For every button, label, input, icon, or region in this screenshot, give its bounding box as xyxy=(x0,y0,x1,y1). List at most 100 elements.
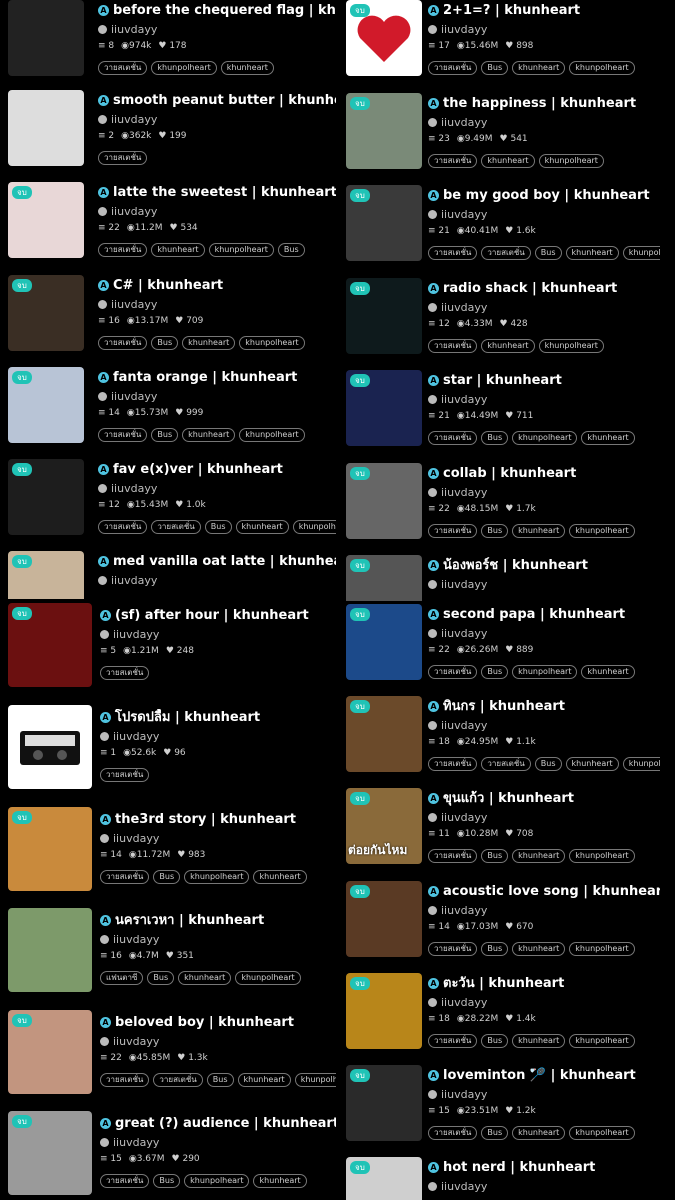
story-title[interactable]: A ขุนแก้ว | khunheart xyxy=(428,790,660,807)
author-name[interactable]: iiuvdayy xyxy=(111,23,157,36)
story-title-text[interactable]: latte the sweetest | khunheart xyxy=(113,184,336,201)
author-name[interactable]: iiuvdayy xyxy=(441,23,487,36)
author-row[interactable]: iiuvdayy xyxy=(98,205,336,218)
author-name[interactable]: iiuvdayy xyxy=(113,1136,159,1149)
author-name[interactable]: iiuvdayy xyxy=(111,574,157,587)
story-card[interactable]: Abefore the chequered flag | khunheart ii… xyxy=(8,0,338,78)
tag-chip[interactable]: Bus xyxy=(153,870,181,884)
author-row[interactable]: iiuvdayy xyxy=(428,301,660,314)
tag-chip[interactable]: khunpolheart xyxy=(538,339,604,353)
tag-chip[interactable]: วายสเตชั่น xyxy=(428,431,478,445)
author-row[interactable]: iiuvdayy xyxy=(100,1035,336,1048)
author-name[interactable]: iiuvdayy xyxy=(111,482,157,495)
tag-chip[interactable]: khunheart xyxy=(512,524,566,538)
tag-chip[interactable]: khunpolheart xyxy=(569,942,635,956)
tag-chip[interactable]: khunheart xyxy=(237,1073,291,1087)
tag-chip[interactable]: วายสเตชั่น xyxy=(153,1073,203,1087)
story-cover-image[interactable]: ต่อยกันไหม จบ xyxy=(346,788,422,864)
tag-chip[interactable]: วายสเตชั่น xyxy=(481,246,531,260)
story-card[interactable]: จบ Amed vanilla oat latte | khunheart iiuv… xyxy=(8,551,338,599)
story-cover-image[interactable] xyxy=(8,705,92,789)
story-title[interactable]: A (sf) after hour | khunheart xyxy=(100,607,336,624)
tag-chip[interactable]: khunheart xyxy=(182,428,236,442)
story-cover-image[interactable]: จบ xyxy=(8,459,84,535)
tag-chip[interactable]: Bus xyxy=(534,246,562,260)
story-title-text[interactable]: beloved boy | khunheart xyxy=(115,1014,294,1031)
tag-chip[interactable]: Bus xyxy=(481,61,509,75)
story-title[interactable]: Afav e(x)ver | khunheart xyxy=(98,461,336,478)
story-title-text[interactable]: great (?) audience | khunheart xyxy=(115,1115,336,1132)
story-title-text[interactable]: hot nerd | khunheart xyxy=(443,1159,595,1176)
story-cover-image[interactable]: จบ xyxy=(346,555,422,601)
story-cover-image[interactable] xyxy=(8,908,92,992)
tag-chip[interactable]: khunheart xyxy=(481,154,535,168)
author-name[interactable]: iiuvdayy xyxy=(111,298,157,311)
story-card[interactable]: จบ A 2+1=? | khunheart iiuvdayy ≡ 17 ◉15.46M ♥… xyxy=(346,0,668,78)
story-title-text[interactable]: be my good boy | khunheart xyxy=(443,187,650,204)
tag-chip[interactable]: วายสเตชั่น xyxy=(100,1174,150,1188)
author-name[interactable]: iiuvdayy xyxy=(441,1180,487,1193)
tag-chip[interactable]: วายสเตชั่น xyxy=(428,665,478,679)
story-title-text[interactable]: ขุนแก้ว | khunheart xyxy=(443,790,574,807)
story-cover-image[interactable]: จบ xyxy=(346,463,422,539)
story-card[interactable]: จบ Afav e(x)ver | khunheart iiuvdayy ≡ 12 ◉1… xyxy=(8,459,338,537)
story-card[interactable]: จบ Abe my good boy | khunheart iiuvdayy ≡ 2… xyxy=(346,185,668,263)
tag-chip[interactable]: khunpolheart xyxy=(569,849,635,863)
story-title-text[interactable]: โปรดปลื้ม | khunheart xyxy=(115,709,260,726)
author-row[interactable]: iiuvdayy xyxy=(100,832,336,845)
story-card[interactable]: จบ Ahot nerd | khunheart iiuvdayy xyxy=(346,1157,668,1200)
story-title-text[interactable]: C# | khunheart xyxy=(113,277,223,294)
author-row[interactable]: iiuvdayy xyxy=(428,208,660,221)
tag-chip[interactable]: khunpolheart xyxy=(538,154,604,168)
tag-chip[interactable]: Bus xyxy=(481,665,509,679)
tag-chip[interactable]: khunheart xyxy=(565,246,619,260)
story-cover-image[interactable]: จบ xyxy=(8,807,92,891)
tag-chip[interactable]: Bus xyxy=(151,336,179,350)
tag-chip[interactable]: khunpolheart xyxy=(569,61,635,75)
tag-chip[interactable]: Bus xyxy=(147,971,175,985)
story-title-text[interactable]: (sf) after hour | khunheart xyxy=(115,607,309,624)
story-cover-image[interactable]: จบ xyxy=(8,1111,92,1195)
story-title[interactable]: A ตะวัน | khunheart xyxy=(428,975,660,992)
tag-chip[interactable]: วายสเตชั่น xyxy=(98,428,148,442)
story-title-text[interactable]: smooth peanut butter | khunheart xyxy=(113,92,336,109)
author-row[interactable]: iiuvdayy xyxy=(98,574,336,587)
story-title-text[interactable]: acoustic love song | khunheart xyxy=(443,883,660,900)
story-cover-image[interactable]: จบ xyxy=(346,973,422,1049)
author-name[interactable]: iiuvdayy xyxy=(441,904,487,917)
tag-chip[interactable]: Bus xyxy=(481,431,509,445)
tag-chip[interactable]: วายสเตชั่น xyxy=(98,336,148,350)
story-title[interactable]: A C# | khunheart xyxy=(98,277,336,294)
tag-chip[interactable]: khunpolheart xyxy=(622,757,660,771)
author-row[interactable]: iiuvdayy xyxy=(100,730,336,743)
tag-chip[interactable]: khunheart xyxy=(581,431,635,445)
tag-chip[interactable]: khunheart xyxy=(182,336,236,350)
story-title-text[interactable]: second papa | khunheart xyxy=(443,606,625,623)
story-title[interactable]: Aacoustic love song | khunheart xyxy=(428,883,660,900)
story-title[interactable]: Agreat (?) audience | khunheart xyxy=(100,1115,336,1132)
story-card[interactable]: A นคราเวหา | khunheart iiuvdayy ≡ 16 ◉4.7M ♥ … xyxy=(8,908,338,994)
tag-chip[interactable]: วายสเตชั่น xyxy=(481,757,531,771)
story-card[interactable]: จบ A C# | khunheart iiuvdayy ≡ 16 ◉13.17M ♥ 70… xyxy=(8,275,338,353)
story-title[interactable]: Astar | khunheart xyxy=(428,372,660,389)
tag-chip[interactable]: khunheart xyxy=(512,1126,566,1140)
tag-chip[interactable]: วายสเตชั่น xyxy=(428,154,478,168)
tag-chip[interactable]: วายสเตชั่น xyxy=(98,520,148,534)
tag-chip[interactable]: Bus xyxy=(481,942,509,956)
author-row[interactable]: iiuvdayy xyxy=(98,298,336,311)
tag-chip[interactable]: khunheart xyxy=(481,339,535,353)
story-title-text[interactable]: before the chequered flag | khunheart xyxy=(113,2,336,19)
tag-chip[interactable]: Bus xyxy=(481,1034,509,1048)
author-name[interactable]: iiuvdayy xyxy=(113,628,159,641)
story-title-text[interactable]: นคราเวหา | khunheart xyxy=(115,912,264,929)
story-cover-image[interactable]: จบ xyxy=(8,182,84,258)
story-card[interactable]: จบ Athe3rd story | khunheart iiuvdayy ≡ 14 ◉… xyxy=(8,807,338,893)
author-name[interactable]: iiuvdayy xyxy=(111,113,157,126)
tag-chip[interactable]: วายสเตชั่น xyxy=(428,942,478,956)
tag-chip[interactable]: khunheart xyxy=(512,61,566,75)
story-cover-image[interactable]: จบ xyxy=(8,1010,92,1094)
story-title-text[interactable]: med vanilla oat latte | khunheart xyxy=(113,553,336,570)
story-title[interactable]: Afanta orange | khunheart xyxy=(98,369,336,386)
story-title[interactable]: Acollab | khunheart xyxy=(428,465,660,482)
tag-chip[interactable]: khunheart xyxy=(512,849,566,863)
